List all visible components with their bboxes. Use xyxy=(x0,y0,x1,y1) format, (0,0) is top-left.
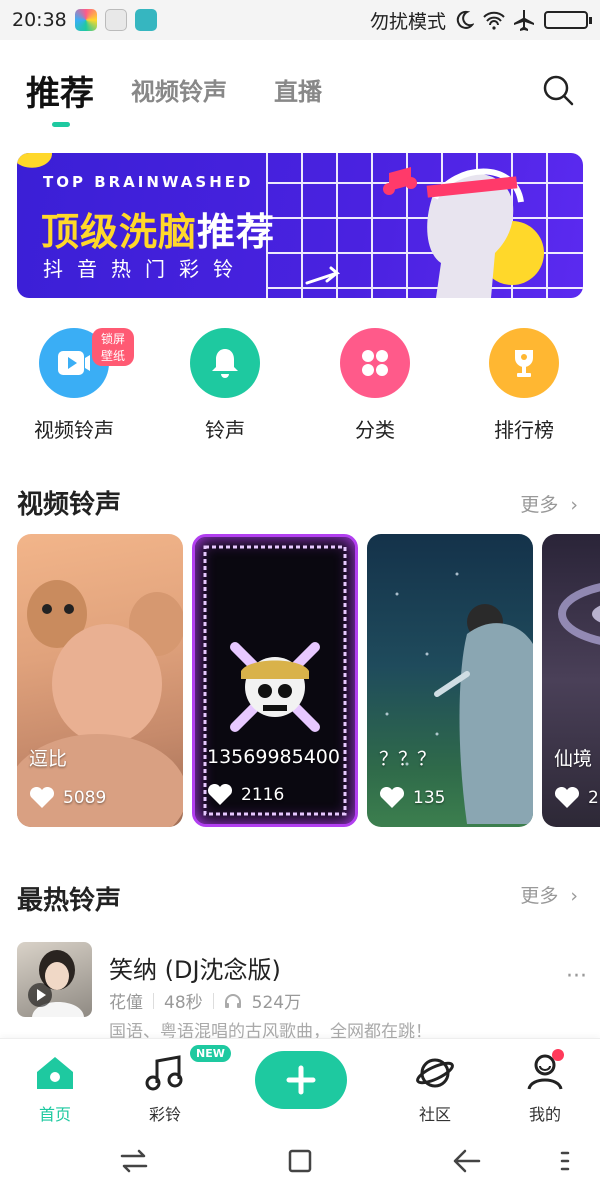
tab-indicator xyxy=(52,122,70,127)
song-artist: 花僮 xyxy=(109,993,143,1013)
trophy-icon xyxy=(489,328,559,398)
tab-caling[interactable]: 彩铃 xyxy=(120,1051,210,1125)
song-plays: 524万 xyxy=(251,993,302,1013)
recent-apps-icon[interactable] xyxy=(120,1148,148,1174)
song-duration: 48秒 xyxy=(164,993,203,1013)
status-time: 20:38 xyxy=(12,9,67,31)
bell-icon xyxy=(190,328,260,398)
heart-icon xyxy=(379,787,405,808)
more-label: 更多 xyxy=(520,494,559,516)
quick-ranking[interactable]: 排行榜 xyxy=(464,322,584,443)
home-icon xyxy=(37,1057,73,1089)
create-button[interactable] xyxy=(255,1051,347,1109)
plus-icon xyxy=(286,1065,316,1095)
divider xyxy=(212,992,214,1009)
likes-count: 2 xyxy=(588,788,599,808)
divider xyxy=(153,992,154,1009)
banner-title: 顶级洗脑推荐 xyxy=(41,201,275,256)
heart-icon xyxy=(207,784,233,805)
more-label: 更多 xyxy=(520,885,559,907)
quick-label: 分类 xyxy=(355,418,395,442)
video-likes: 135 xyxy=(379,787,445,809)
home-square-icon[interactable] xyxy=(287,1148,313,1174)
airplane-icon xyxy=(514,10,534,31)
planet-icon xyxy=(416,1058,454,1088)
dnd-text: 勿扰模式 xyxy=(369,10,446,33)
heart-icon xyxy=(29,787,55,808)
bottom-tab-bar: 首页 彩铃 NEW 社区 我的 xyxy=(0,1038,600,1125)
banner-en-title: TOP BRAINWASHED xyxy=(43,173,254,191)
quick-entries: 锁屏壁纸 视频铃声 铃声 分类 排行榜 xyxy=(0,322,600,452)
video-thumbnail xyxy=(558,583,600,645)
banner-title-yellow: 顶级洗脑 xyxy=(41,210,198,254)
video-title: 仙境 xyxy=(554,748,593,770)
hot-section-title: 最热铃声 xyxy=(17,886,122,916)
video-card[interactable]: ？？？ 135 xyxy=(367,534,533,827)
video-title: 13569985400 xyxy=(207,746,340,768)
video-likes: 5089 xyxy=(29,787,106,809)
usb-icon xyxy=(134,9,157,31)
quick-video-ringtone[interactable]: 锁屏壁纸 视频铃声 xyxy=(14,322,134,443)
cleaner-notification-icon xyxy=(104,9,127,31)
video-thumbnail xyxy=(203,545,347,816)
menu-icon[interactable] xyxy=(560,1148,570,1174)
top-nav: 推荐 视频铃声 直播 xyxy=(0,40,600,140)
status-bar: 20:38 勿扰模式 xyxy=(0,0,600,40)
heart-icon xyxy=(554,787,580,808)
video-thumbnail xyxy=(385,572,533,824)
quick-ringtone[interactable]: 铃声 xyxy=(165,322,285,443)
wallpaper-badge: 锁屏壁纸 xyxy=(92,328,134,366)
moon-icon xyxy=(456,10,474,29)
video-title: ？？？ xyxy=(379,748,437,770)
wifi-icon xyxy=(483,11,505,30)
app-notification-icon xyxy=(74,9,97,31)
song-meta: 花僮 48秒 524万 xyxy=(109,988,301,1013)
video-likes: 2116 xyxy=(207,784,284,806)
video-more-link[interactable]: 更多 › xyxy=(520,490,578,517)
music-note-icon xyxy=(145,1055,183,1091)
tab-recommend[interactable]: 推荐 xyxy=(26,66,94,115)
banner-subtitle: 抖音热门彩铃 xyxy=(43,257,247,281)
video-card[interactable]: 逗比 5089 xyxy=(17,534,183,827)
tab-community[interactable]: 社区 xyxy=(390,1051,480,1125)
tab-mine[interactable]: 我的 xyxy=(500,1049,590,1125)
search-icon[interactable] xyxy=(542,74,574,106)
tab-video-ringtone[interactable]: 视频铃声 xyxy=(131,72,227,107)
notification-dot xyxy=(552,1049,564,1061)
app-root: 20:38 勿扰模式 推荐 视频铃声 直播 TOP BRAINWASHED 顶级… xyxy=(0,0,600,1200)
play-icon[interactable] xyxy=(27,982,53,1008)
new-badge: NEW xyxy=(190,1045,231,1062)
quick-category[interactable]: 分类 xyxy=(315,322,435,443)
likes-count: 2116 xyxy=(241,785,285,805)
headphones-icon xyxy=(224,993,241,1008)
banner-title-white: 推荐 xyxy=(197,210,276,254)
grid-icon xyxy=(340,328,410,398)
likes-count: 135 xyxy=(413,788,446,808)
back-icon[interactable] xyxy=(453,1148,481,1174)
video-section-title: 视频铃声 xyxy=(17,490,122,520)
tab-live[interactable]: 直播 xyxy=(274,72,322,107)
video-carousel: 逗比 5089 13569985400 2116 ？？？ 135 仙境 2 xyxy=(17,534,600,829)
chevron-right-icon: › xyxy=(570,494,578,516)
system-nav-bar xyxy=(0,1122,600,1200)
song-title: 笑纳 (DJ沈念版) xyxy=(109,956,281,984)
song-cover xyxy=(17,942,92,1017)
video-card[interactable]: 仙境 2 xyxy=(542,534,600,827)
likes-count: 5089 xyxy=(63,788,107,808)
quick-label: 铃声 xyxy=(205,418,245,442)
song-item[interactable]: 笑纳 (DJ沈念版) 花僮 48秒 524万 国语、粤语混唱的古风歌曲，全网都在… xyxy=(17,942,587,1042)
battery-icon xyxy=(544,11,592,29)
tab-home[interactable]: 首页 xyxy=(10,1051,100,1125)
hot-more-link[interactable]: 更多 › xyxy=(520,881,578,908)
video-likes: 2 xyxy=(554,787,599,809)
chevron-right-icon: › xyxy=(570,885,578,907)
quick-label: 视频铃声 xyxy=(34,418,114,442)
video-thumbnail xyxy=(17,580,183,827)
more-options-icon[interactable]: ··· xyxy=(566,964,587,989)
quick-label: 排行榜 xyxy=(494,418,554,442)
video-card[interactable]: 13569985400 2116 xyxy=(192,534,358,827)
promo-banner[interactable]: TOP BRAINWASHED 顶级洗脑推荐 抖音热门彩铃 xyxy=(17,153,583,298)
video-title: 逗比 xyxy=(29,748,68,770)
